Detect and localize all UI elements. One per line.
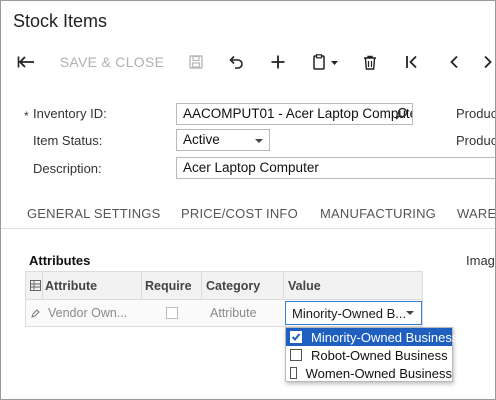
inventory-id-label: Inventory ID: xyxy=(33,106,107,121)
undo-icon[interactable] xyxy=(223,45,249,79)
attributes-section-title: Attributes xyxy=(29,253,91,268)
option-label: Women-Owned Business xyxy=(305,365,452,381)
column-header-attribute[interactable]: Attribute xyxy=(45,272,140,299)
inventory-id-field[interactable]: AACOMPUT01 - Acer Laptop Computer xyxy=(176,103,413,125)
option-robot-owned-business[interactable]: Robot-Owned Business xyxy=(286,346,452,364)
item-status-label: Item Status: xyxy=(33,133,103,148)
plus-icon[interactable] xyxy=(265,45,291,79)
grid-header: Attribute Require Category Value xyxy=(25,271,423,300)
save-icon[interactable] xyxy=(183,45,209,79)
option-label: Robot-Owned Business xyxy=(311,347,448,363)
save-close-button[interactable]: SAVE & CLOSE xyxy=(59,45,165,79)
inventory-id-value: AACOMPUT01 - Acer Laptop Computer xyxy=(183,106,413,121)
option-label: Minority-Owned Business xyxy=(311,329,459,345)
chevron-down-icon xyxy=(255,139,263,143)
option-women-owned-business[interactable]: Women-Owned Business xyxy=(286,364,452,382)
toolbar: SAVE & CLOSE xyxy=(1,45,495,79)
chevron-down-icon xyxy=(406,311,414,315)
product-label-1: Product xyxy=(456,106,495,121)
tab-bar: GENERAL SETTINGS PRICE/COST INFO MANUFAC… xyxy=(1,199,495,229)
attribute-cell[interactable]: Vendor Own... xyxy=(48,300,140,326)
tab-price-cost-info[interactable]: PRICE/COST INFO xyxy=(181,206,298,221)
item-status-value: Active xyxy=(183,132,220,147)
value-select-text: Minority-Owned B... xyxy=(292,306,407,321)
previous-record-icon[interactable] xyxy=(441,45,467,79)
value-dropdown: Minority-Owned Business Robot-Owned Busi… xyxy=(285,327,458,382)
trash-icon[interactable] xyxy=(357,45,383,79)
page-title: Stock Items xyxy=(13,11,108,31)
tab-general-settings[interactable]: GENERAL SETTINGS xyxy=(27,206,160,221)
clipboard-icon[interactable] xyxy=(306,45,346,79)
description-label: Description: xyxy=(33,161,102,176)
checkbox-unchecked-icon[interactable] xyxy=(290,349,302,361)
column-header-required[interactable]: Require xyxy=(145,272,201,299)
description-value: Acer Laptop Computer xyxy=(183,160,319,175)
tab-manufacturing[interactable]: MANUFACTURING xyxy=(320,206,436,221)
first-record-icon[interactable] xyxy=(399,45,425,79)
stock-items-window: Stock Items SAVE & CLOSE * Inventory ID:… xyxy=(0,0,496,400)
grid-settings-icon[interactable] xyxy=(28,272,42,299)
column-header-category[interactable]: Category xyxy=(206,272,282,299)
required-checkbox[interactable] xyxy=(166,300,186,326)
description-field[interactable]: Acer Laptop Computer xyxy=(176,157,495,179)
next-record-icon[interactable] xyxy=(479,45,495,79)
checkbox-checked-icon[interactable] xyxy=(290,331,302,343)
column-header-value[interactable]: Value xyxy=(288,272,418,299)
value-select[interactable]: Minority-Owned B... xyxy=(285,301,422,325)
required-marker: * xyxy=(24,109,29,123)
search-icon[interactable] xyxy=(395,107,408,123)
back-arrow-icon[interactable] xyxy=(11,45,41,79)
category-cell: Attribute xyxy=(210,306,257,320)
edit-row-icon xyxy=(28,300,42,326)
option-minority-owned-business[interactable]: Minority-Owned Business xyxy=(286,328,458,346)
tab-warehouse[interactable]: WAREH xyxy=(457,206,495,221)
item-status-select[interactable]: Active xyxy=(176,129,270,151)
checkbox-unchecked-icon[interactable] xyxy=(290,367,297,379)
product-label-2: Product xyxy=(456,133,495,148)
image-label: Image xyxy=(466,253,495,268)
